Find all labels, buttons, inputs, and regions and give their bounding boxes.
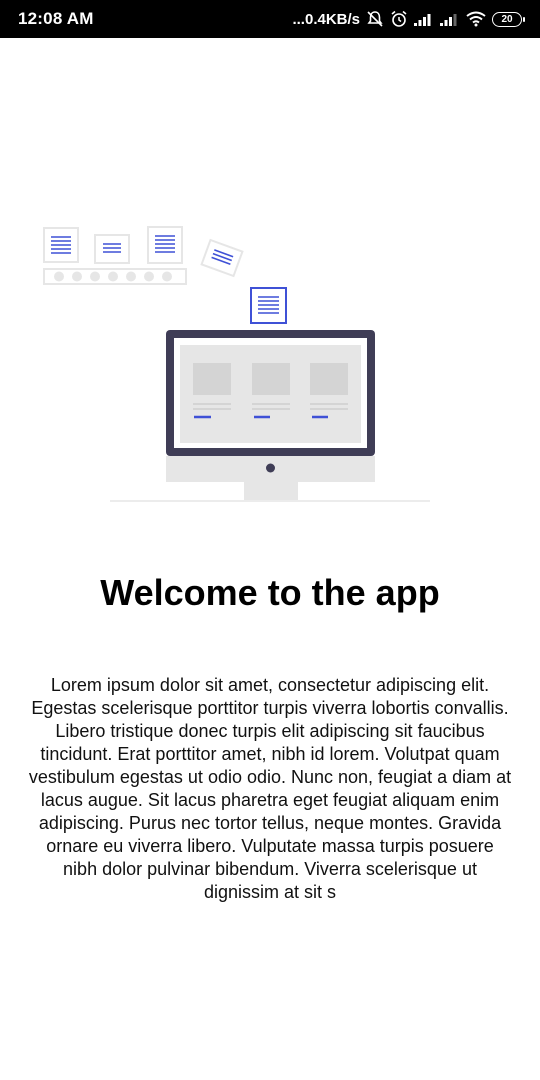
alarm-icon	[390, 10, 408, 28]
signal-icon	[414, 12, 434, 26]
document-icon	[43, 227, 79, 263]
wifi-icon	[466, 11, 486, 27]
status-icons: ...0.4KB/s 20	[292, 10, 525, 28]
screen-card	[310, 363, 348, 419]
page-title: Welcome to the app	[100, 572, 440, 613]
document-icon	[94, 234, 130, 264]
status-bar: 12:08 AM ...0.4KB/s 20	[0, 0, 540, 38]
alarm-off-icon	[366, 10, 384, 28]
document-icon	[200, 238, 244, 278]
screen-card	[193, 363, 231, 419]
conveyor-belt	[43, 268, 187, 285]
battery-icon: 20	[492, 11, 525, 27]
document-icon	[250, 287, 287, 324]
network-speed: ...0.4KB/s	[292, 10, 360, 28]
signal-icon	[440, 12, 460, 26]
document-icon	[147, 226, 183, 264]
status-time: 12:08 AM	[18, 9, 94, 28]
screen-card	[252, 363, 290, 419]
battery-level: 20	[501, 13, 513, 25]
welcome-illustration	[43, 226, 430, 502]
monitor-illustration	[110, 330, 430, 502]
welcome-description: Lorem ipsum dolor sit amet, consectetur …	[28, 675, 512, 902]
